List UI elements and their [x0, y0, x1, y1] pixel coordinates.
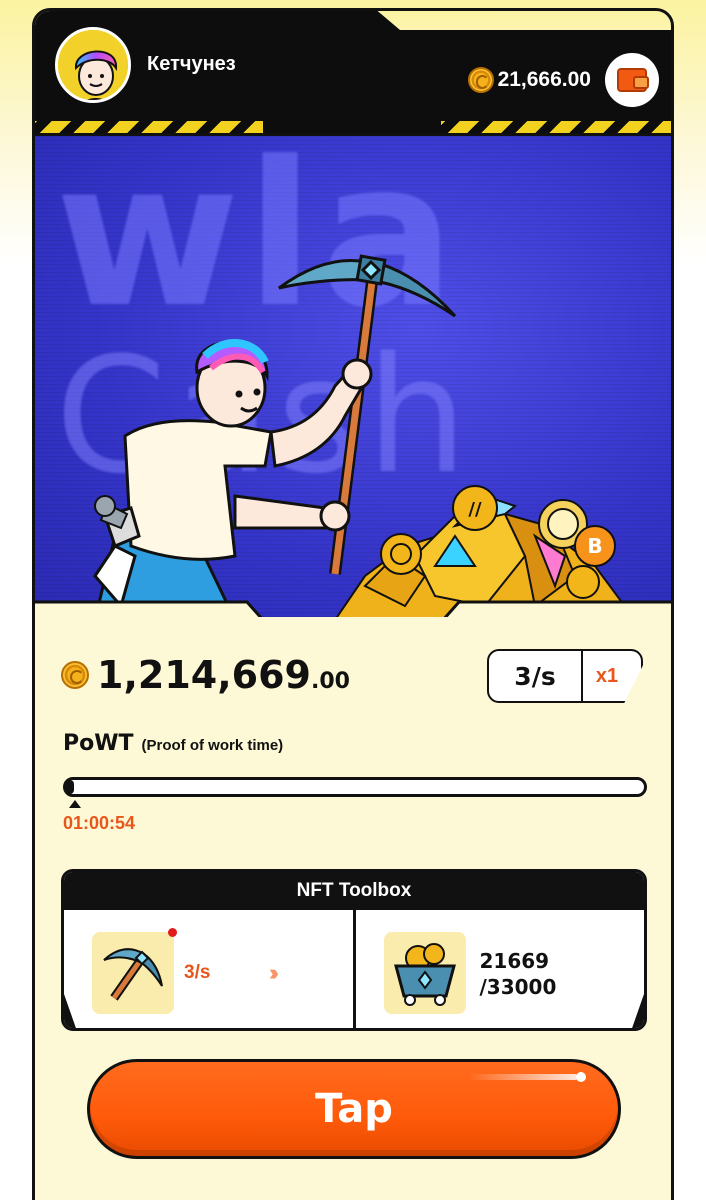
- chevrons-right-icon: ›››: [269, 960, 279, 985]
- cart-storage: 21669 /33000: [480, 948, 557, 1000]
- mined-balance: 1,214,669.00: [61, 653, 350, 697]
- wrench-icon: [94, 495, 129, 530]
- hero-illustration: wla Cash // B: [35, 133, 671, 617]
- header-balance: 21,666.00: [467, 67, 591, 93]
- header-bar: Кетчунез 21,666.00: [35, 11, 671, 139]
- coin-icon: [467, 67, 494, 93]
- mined-balance-decimal: .00: [310, 669, 350, 694]
- svg-text:B: B: [587, 534, 602, 558]
- svg-text://: //: [468, 499, 482, 520]
- wallet-button[interactable]: [605, 53, 659, 107]
- mining-card: Кетчунез 21,666.00 wla Cash // B 1,214,6…: [32, 8, 674, 1200]
- username: Кетчунез: [147, 53, 236, 75]
- powt-subtitle: (Proof of work time): [141, 737, 284, 754]
- pickaxe-thumbnail[interactable]: [92, 932, 174, 1014]
- tool-slot-pickaxe[interactable]: 3/s ›››: [64, 910, 356, 1028]
- hazard-stripe-left: [35, 121, 263, 133]
- tap-button-label: Tap: [315, 1086, 393, 1132]
- mining-rate-box[interactable]: 3/s x1: [487, 649, 643, 703]
- notification-dot: [168, 928, 177, 937]
- mining-rate: 3/s: [489, 651, 583, 701]
- storage-max: /33000: [479, 975, 557, 999]
- powt-heading: PoWT (Proof of work time): [63, 731, 283, 756]
- miner-figure: [93, 339, 373, 617]
- miner-illustration: // B: [35, 254, 671, 617]
- tap-shine: [468, 1074, 578, 1080]
- toolbox-body: 3/s ››› 21669 /33000: [64, 910, 645, 1028]
- user-avatar[interactable]: [55, 27, 131, 103]
- powt-title: PoWT: [63, 731, 134, 756]
- coin-icon: [61, 661, 89, 689]
- tool-slot-cart[interactable]: 21669 /33000: [356, 910, 645, 1028]
- header-notch: [374, 11, 671, 30]
- tap-dot: [576, 1072, 586, 1082]
- multiplier: x1: [595, 664, 619, 687]
- avatar-icon: [58, 30, 128, 100]
- progress-marker-icon: [69, 800, 81, 808]
- powt-timer: 01:00:54: [63, 813, 136, 833]
- toolbox-title: NFT Toolbox: [64, 872, 644, 910]
- storage-current: 21669: [479, 949, 550, 973]
- wallet-icon: [617, 68, 649, 92]
- pickaxe-icon: [103, 948, 163, 1001]
- tap-button[interactable]: Tap: [87, 1059, 621, 1159]
- powt-progress-fill: [66, 780, 74, 794]
- nft-toolbox: NFT Toolbox 3/s ››› 21669 /33000: [61, 869, 647, 1031]
- cart-thumbnail[interactable]: [383, 932, 466, 1014]
- mined-balance-whole: 1,214,669: [97, 653, 311, 697]
- powt-progress-bar: [63, 777, 647, 808]
- mine-cart-icon: [393, 943, 456, 1006]
- hazard-stripe-right: [441, 121, 671, 133]
- header-balance-value: 21,666.00: [497, 68, 591, 91]
- tool-rate: 3/s: [184, 962, 211, 983]
